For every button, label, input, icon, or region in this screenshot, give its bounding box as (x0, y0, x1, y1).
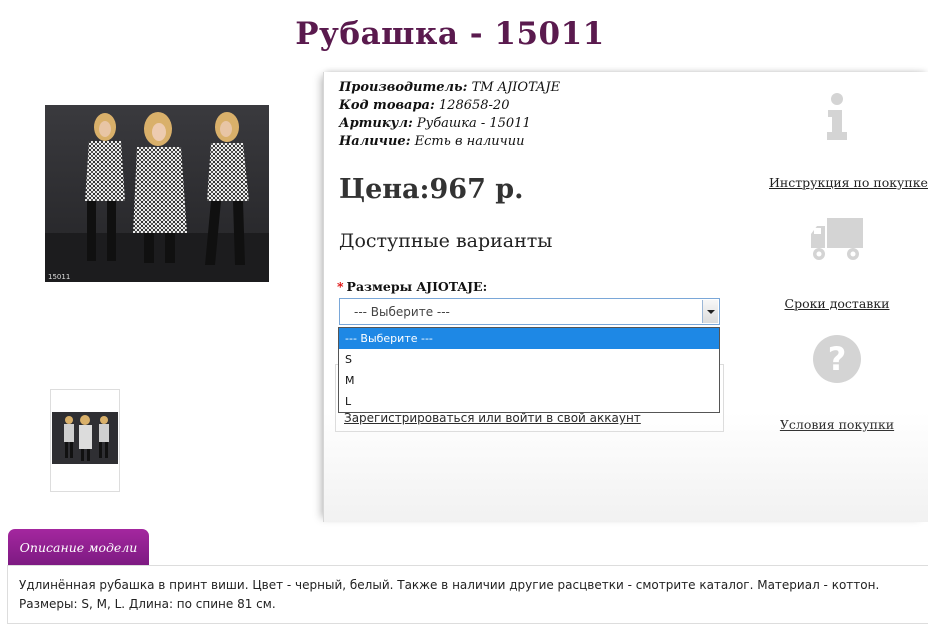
product-info-panel: Производитель: ТМ AJIOTAJE Код товара: 1… (323, 72, 928, 522)
delivery-terms-link[interactable]: Сроки доставки (785, 296, 890, 311)
size-option[interactable]: L (339, 391, 719, 412)
size-label-text: Размеры AJIOTAJE: (346, 279, 488, 294)
size-option[interactable]: S (339, 349, 719, 370)
stock-value: Есть в наличии (414, 134, 525, 149)
register-login-link[interactable]: Зарегистрироваться или войти в свой акка… (344, 411, 641, 425)
description-box: Удлинённая рубашка в принт виши. Цвет - … (7, 565, 928, 624)
spec-article: Артикул: Рубашка - 15011 (339, 115, 531, 133)
product-thumbnail[interactable] (50, 389, 120, 492)
svg-text:?: ? (828, 340, 847, 378)
manufacturer-label: Производитель: (339, 80, 468, 95)
product-price: Цена:967 р. (339, 174, 524, 205)
info-icon (827, 93, 847, 140)
chevron-down-icon[interactable] (702, 300, 718, 323)
size-select-value: --- Выберите --- (354, 305, 450, 319)
purchase-instruction-link[interactable]: Инструкция по покупке (769, 175, 928, 190)
size-option-label: * Размеры AJIOTAJE: (337, 279, 487, 294)
variants-title: Доступные варианты (339, 230, 553, 252)
page-title: Рубашка - 15011 (295, 16, 605, 52)
size-option[interactable]: --- Выберите --- (339, 328, 719, 349)
conditions-block: ? Условия покупки (769, 334, 905, 433)
size-option[interactable]: M (339, 370, 719, 391)
size-select[interactable]: --- Выберите --- (339, 298, 720, 325)
truck-icon (811, 218, 863, 260)
thumbnail-image (52, 412, 118, 464)
product-photo (45, 105, 269, 282)
spec-manufacturer: Производитель: ТМ AJIOTAJE (339, 79, 560, 97)
tab-description[interactable]: Описание модели (8, 529, 149, 565)
question-icon: ? (813, 335, 861, 383)
image-caption: 15011 (48, 273, 71, 281)
article-value: Рубашка - 15011 (416, 116, 531, 131)
spec-stock: Наличие: Есть в наличии (339, 133, 524, 151)
stock-label: Наличие: (339, 134, 411, 149)
description-text: Удлинённая рубашка в принт виши. Цвет - … (19, 578, 880, 611)
size-dropdown-list[interactable]: --- Выберите --- S M L (338, 327, 720, 413)
purchase-conditions-link[interactable]: Условия покупки (780, 417, 894, 432)
instruction-block: Инструкция по покупке (769, 92, 928, 191)
article-label: Артикул: (339, 116, 413, 131)
code-label: Код товара: (339, 98, 435, 113)
code-value: 128658-20 (438, 98, 510, 113)
spec-code: Код товара: 128658-20 (339, 97, 509, 115)
manufacturer-value: ТМ AJIOTAJE (471, 80, 561, 95)
delivery-block: Сроки доставки (769, 214, 905, 312)
product-main-image[interactable]: 15011 (45, 105, 269, 282)
required-mark: * (337, 279, 344, 294)
